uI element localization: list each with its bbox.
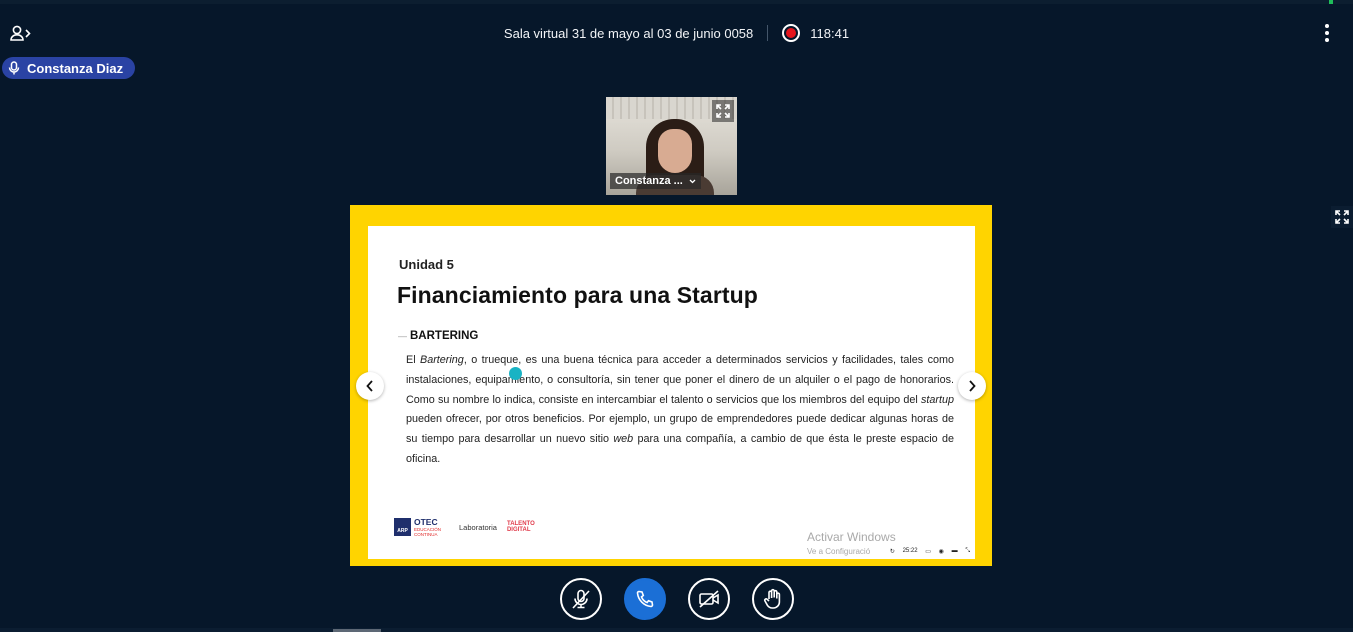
exit-fullscreen-icon: ⤡ <box>965 547 971 554</box>
options-menu-button[interactable] <box>1319 22 1335 44</box>
webcam-fullscreen-button[interactable] <box>712 100 734 122</box>
windows-activation-watermark: Activar Windows <box>807 530 896 544</box>
chevron-down-icon <box>689 179 696 183</box>
battery-icon: ▬ <box>951 548 958 554</box>
webcam-name-dropdown[interactable]: Constanza ... <box>610 173 701 189</box>
slide-mini-toolbar: ↻ 25:22 ▭ ◉ ▬ ⤡ <box>886 544 974 558</box>
action-bar <box>0 578 1353 620</box>
webcam-video-tile[interactable]: Constanza ... <box>606 97 737 195</box>
connection-indicator <box>1329 0 1333 4</box>
refresh-icon: ↻ <box>889 548 895 555</box>
laboratoria-logo: Laboratoria <box>459 522 497 532</box>
user-list-toggle-icon <box>10 25 31 41</box>
presentation-fullscreen-button[interactable] <box>1331 206 1353 228</box>
next-slide-button[interactable] <box>958 372 986 400</box>
user-list-toggle-button[interactable] <box>8 22 34 44</box>
top-edge-bar <box>0 0 1353 4</box>
header-divider <box>767 25 769 41</box>
previous-slide-button[interactable] <box>356 372 384 400</box>
leave-audio-button[interactable] <box>623 578 666 620</box>
otec-logo: ARP OTEC EDUCACIÓN CONTINUA <box>394 517 441 537</box>
screen-icon: ▭ <box>925 548 931 555</box>
meeting-title: Sala virtual 31 de mayo al 03 de junio 0… <box>503 25 754 41</box>
unmute-button[interactable] <box>559 578 602 620</box>
chevron-left-icon <box>366 380 373 392</box>
chevron-right-icon <box>969 380 976 392</box>
talento-digital-logo: TALENTO DIGITAL <box>506 520 535 534</box>
talking-indicator[interactable]: Constanza Diaz <box>2 57 136 79</box>
slide-unit-label: Unidad 5 <box>399 257 454 272</box>
mini-toolbar-time: 25:22 <box>902 548 918 554</box>
share-webcam-button[interactable] <box>687 578 730 620</box>
presenter-cursor <box>509 367 522 380</box>
talker-name: Constanza Diaz <box>27 60 124 76</box>
presentation-slide: Unidad 5 Financiamiento para una Startup… <box>368 226 975 559</box>
fullscreen-icon <box>716 104 730 118</box>
slide-heading: Financiamiento para una Startup <box>397 282 758 308</box>
audio-icon: ◉ <box>938 548 944 555</box>
more-vertical-icon <box>1325 24 1329 28</box>
recording-dot-icon <box>786 28 797 38</box>
raise-hand-icon <box>763 588 780 609</box>
windows-activation-subtext: Ve a Configuració <box>807 547 871 556</box>
slide-body-text: El Bartering, o trueque, es una buena té… <box>406 354 954 465</box>
participant-face <box>658 129 692 173</box>
slide-subheading: — BARTERING <box>398 330 479 342</box>
webcam-participant-name: Constanza ... <box>615 175 683 187</box>
slide-logos: ARP OTEC EDUCACIÓN CONTINUA Laboratoria … <box>394 514 535 540</box>
bottom-edge-bar <box>0 628 1353 632</box>
microphone-icon <box>8 61 20 75</box>
phone-icon <box>636 590 653 608</box>
microphone-muted-icon <box>571 589 590 609</box>
recording-button[interactable] <box>782 24 801 42</box>
fullscreen-icon <box>1335 210 1349 224</box>
presentation-area: Unidad 5 Financiamiento para una Startup… <box>350 205 992 566</box>
raise-hand-button[interactable] <box>751 578 794 620</box>
camera-off-icon <box>698 590 719 608</box>
recording-timer: 118:41 <box>810 25 850 41</box>
meeting-header: Sala virtual 31 de mayo al 03 de junio 0… <box>0 22 1353 44</box>
